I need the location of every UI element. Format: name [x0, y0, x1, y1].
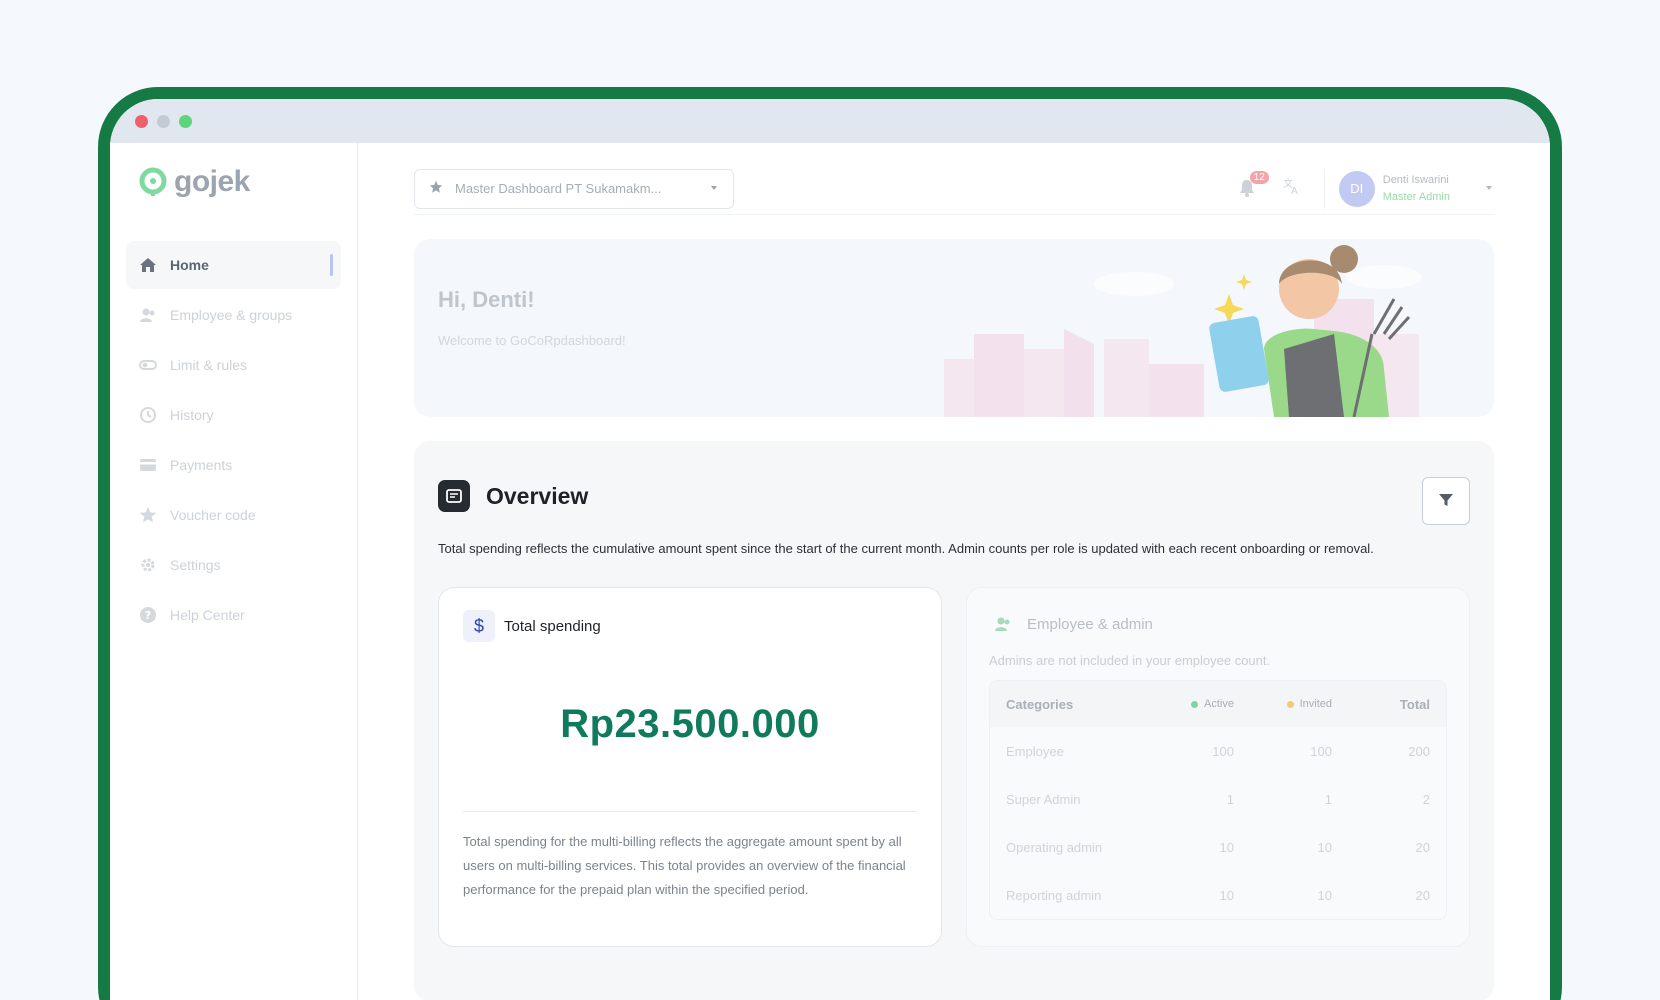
sidebar-item-label: Home — [170, 257, 209, 273]
document-icon — [438, 480, 470, 512]
chevron-down-icon — [1484, 180, 1494, 198]
help-icon: ? — [138, 605, 158, 625]
sidebar-item-label: History — [170, 407, 214, 423]
overview-section: Overview Total spending reflects the cum… — [414, 441, 1494, 1000]
device-frame: gojek Home Employee & groups Limit & rul… — [98, 87, 1562, 1000]
invited-status-dot — [1286, 700, 1294, 708]
sidebar-item-employee-groups[interactable]: Employee & groups — [126, 291, 341, 339]
user-role: Master Admin — [1382, 191, 1450, 203]
window-minimize-button[interactable] — [157, 114, 170, 128]
avatar: DI — [1338, 170, 1375, 207]
employee-admin-card: Employee & admin Admins are not included… — [966, 587, 1470, 947]
employee-admin-title: Employee & admin — [1027, 615, 1153, 633]
dashboard-select-value: Master Dashboard PT Sukamakm... — [455, 181, 662, 196]
total-spending-description: Total spending for the multi-billing ref… — [463, 834, 906, 897]
notification-button[interactable]: 12 — [1238, 170, 1269, 202]
gojek-logo-text: gojek — [174, 165, 250, 198]
gojek-logo-icon — [138, 167, 168, 197]
welcome-banner: Hi, Denti! Welcome to GoCoRpdashboard! — [414, 239, 1494, 417]
sidebar-item-label: Voucher code — [170, 507, 256, 523]
star-icon — [138, 505, 158, 525]
column-header-active: Active — [1136, 698, 1234, 710]
sidebar-item-settings[interactable]: Settings — [126, 541, 341, 589]
sidebar-item-home[interactable]: Home — [126, 241, 341, 289]
sidebar-item-label: Employee & groups — [170, 307, 293, 323]
total-spending-card: $ Total spending Rp23.500.000 Total spen… — [438, 587, 942, 947]
browser-window: gojek Home Employee & groups Limit & rul… — [110, 99, 1550, 1000]
star-icon — [429, 180, 443, 197]
welcome-illustration — [944, 245, 1422, 417]
window-titlebar — [110, 99, 1550, 143]
toggle-icon — [138, 355, 158, 375]
filter-button[interactable] — [1422, 477, 1470, 525]
sidebar-item-payments[interactable]: Payments — [126, 441, 341, 489]
gear-icon — [138, 555, 158, 575]
employee-admin-table: Categories Active Invited Total Employee… — [989, 680, 1447, 920]
employee-admin-subtitle: Admins are not included in your employee… — [989, 653, 1271, 668]
sidebar-item-label: Limit & rules — [170, 357, 248, 373]
window-maximize-button[interactable] — [179, 114, 192, 128]
main-content: Master Dashboard PT Sukamakm... 12 文 A D… — [358, 143, 1550, 1000]
sidebar-item-label: Help Center — [170, 607, 245, 623]
sidebar-item-voucher-code[interactable]: Voucher code — [126, 491, 341, 539]
sidebar: gojek Home Employee & groups Limit & rul… — [110, 143, 358, 1000]
users-icon — [138, 305, 158, 325]
history-icon — [138, 405, 158, 425]
svg-text:A: A — [1291, 186, 1298, 196]
overview-title: Overview — [486, 482, 589, 509]
table-row: Reporting admin 10 10 20 — [1006, 887, 1430, 903]
filter-icon — [1438, 492, 1454, 511]
dollar-icon: $ — [463, 610, 495, 642]
column-header-categories: Categories — [1006, 696, 1074, 712]
overview-description: Total spending reflects the cumulative a… — [438, 541, 1374, 556]
total-spending-title: Total spending — [504, 617, 601, 635]
sidebar-item-history[interactable]: History — [126, 391, 341, 439]
sidebar-item-help-center[interactable]: ? Help Center — [126, 591, 341, 639]
column-header-total: Total — [1399, 696, 1430, 712]
svg-text:?: ? — [145, 609, 151, 622]
notification-badge: 12 — [1249, 170, 1269, 184]
column-header-invited: Invited — [1234, 698, 1332, 710]
user-name: Denti Iswarini — [1382, 174, 1449, 186]
dashboard-select[interactable]: Master Dashboard PT Sukamakm... — [414, 168, 734, 209]
sidebar-item-label: Settings — [170, 557, 221, 573]
divider — [463, 811, 917, 812]
user-profile-menu[interactable]: DI Denti Iswarini Master Admin — [1323, 168, 1494, 209]
sidebar-item-label: Payments — [170, 457, 233, 473]
window-close-button[interactable] — [135, 114, 148, 128]
table-row: Super Admin 1 1 2 — [1006, 791, 1430, 807]
total-spending-amount: Rp23.500.000 — [560, 702, 820, 746]
table-row: Operating admin 10 10 20 — [1006, 839, 1430, 855]
users-icon — [989, 610, 1017, 638]
top-bar: Master Dashboard PT Sukamakm... 12 文 A D… — [414, 168, 1494, 215]
active-status-dot — [1191, 700, 1199, 708]
sidebar-item-limit-rules[interactable]: Limit & rules — [126, 341, 341, 389]
table-header-row: Categories Active Invited Total — [990, 681, 1446, 727]
card-icon — [138, 455, 158, 475]
home-icon — [138, 255, 158, 275]
chevron-down-icon — [709, 181, 719, 196]
gojek-logo[interactable]: gojek — [126, 165, 341, 199]
table-row: Employee 100 100 200 — [1006, 743, 1430, 759]
translate-icon[interactable]: 文A — [1282, 176, 1302, 201]
bell-icon — [1238, 179, 1256, 202]
